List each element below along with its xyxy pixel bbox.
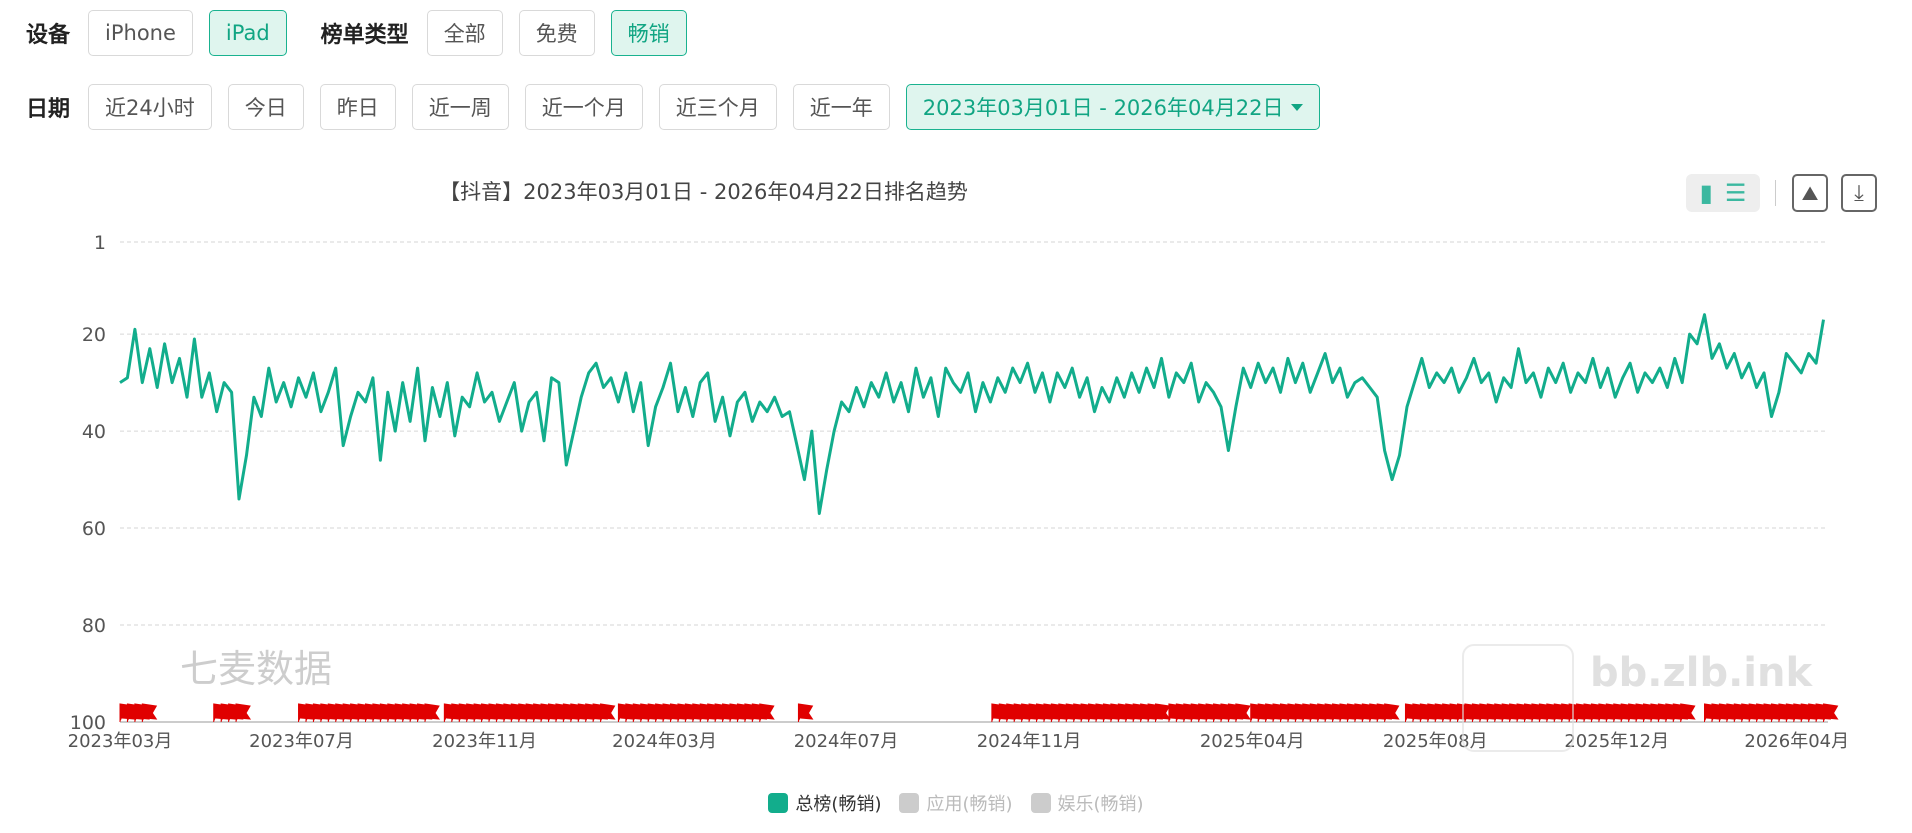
download-icon[interactable]: ⤓ — [1841, 174, 1877, 212]
rank-type-free-button[interactable]: 免费 — [518, 10, 595, 56]
x-tick-label: 2024年11月 — [977, 731, 1082, 752]
date-24h-button[interactable]: 近24小时 — [88, 84, 212, 130]
legend-swatch — [1030, 793, 1051, 813]
date-year-button[interactable]: 近一年 — [792, 84, 890, 130]
image-icon[interactable]: ⛰ — [1792, 174, 1828, 212]
legend-label: 总榜(畅销) — [795, 794, 882, 815]
x-tick-label: 2025年04月 — [1200, 731, 1305, 752]
x-tick-label: 2023年07月 — [249, 731, 354, 752]
watermark-qimai: 七麦数据 — [180, 647, 333, 691]
legend-label: 娱乐(畅销) — [1057, 794, 1144, 815]
date-3months-button[interactable]: 近三个月 — [658, 84, 777, 130]
x-axis: 2023年03月 2023年07月 2023年11月 2024年03月 2024年07月… — [68, 731, 1849, 752]
series-layer — [119, 313, 1825, 515]
list-icon[interactable]: ☰ — [1725, 181, 1747, 205]
device-label: 设备 — [26, 23, 71, 48]
legend-label: 应用(畅销) — [926, 794, 1013, 815]
event-markers — [119, 703, 1839, 722]
legend-swatch — [899, 793, 920, 813]
legend-swatch — [768, 793, 789, 813]
filter-row-date: 日期 近24小时 今日 昨日 近一周 近一个月 近三个月 近一年 2023年03… — [26, 82, 1336, 132]
date-month-button[interactable]: 近一个月 — [524, 84, 643, 130]
y-tick-label: 20 — [82, 324, 106, 346]
date-label: 日期 — [26, 97, 71, 122]
legend-item[interactable]: 总榜(畅销) — [768, 790, 881, 816]
x-tick-label: 2025年12月 — [1564, 731, 1669, 752]
rank-type-all-button[interactable]: 全部 — [426, 10, 503, 56]
watermark-site: bb.zlb.ink — [1590, 650, 1813, 696]
toolbar-divider — [1775, 180, 1776, 206]
date-today-button[interactable]: 今日 — [227, 84, 304, 130]
y-tick-label: 1 — [94, 232, 106, 254]
x-tick-label: 2023年03月 — [68, 731, 173, 752]
device-iphone-button[interactable]: iPhone — [88, 10, 193, 56]
watermark-logo — [1462, 644, 1574, 752]
y-axis: 120406080100 — [70, 232, 106, 734]
x-tick-label: 2024年07月 — [794, 731, 899, 752]
y-tick-label: 40 — [82, 421, 106, 443]
x-tick-label: 2023年11月 — [432, 731, 537, 752]
date-range-picker[interactable]: 2023年03月01日 - 2026年04月22日 — [905, 84, 1321, 130]
date-week-button[interactable]: 近一周 — [411, 84, 509, 130]
y-tick-label: 80 — [82, 615, 106, 637]
date-range-value: 2023年03月01日 - 2026年04月22日 — [922, 96, 1284, 120]
filter-row-device: 设备 iPhone iPad 榜单类型 全部 免费 畅销 — [26, 8, 703, 58]
y-tick-label: 60 — [82, 518, 106, 540]
series-line — [119, 313, 1825, 515]
rank-type-label: 榜单类型 — [320, 23, 409, 48]
chevron-down-icon — [1291, 103, 1304, 111]
bar-chart-icon[interactable]: ▮ — [1700, 181, 1713, 205]
rank-type-grossing-button[interactable]: 畅销 — [610, 10, 687, 56]
chart-legend: 总榜(畅销) 应用(畅销) 娱乐(畅销) — [0, 790, 1912, 816]
date-yesterday-button[interactable]: 昨日 — [319, 84, 396, 130]
legend-item[interactable]: 娱乐(畅销) — [1030, 790, 1144, 816]
x-tick-label: 2024年03月 — [612, 731, 717, 752]
view-toggle[interactable]: ▮ ☰ — [1686, 174, 1760, 212]
device-ipad-button[interactable]: iPad — [208, 10, 287, 56]
event-flag-marker — [797, 703, 814, 722]
x-tick-label: 2026年04月 — [1744, 731, 1849, 752]
chart-title: 【抖音】2023年03月01日 - 2026年04月22日排名趋势 — [439, 180, 968, 204]
legend-item[interactable]: 应用(畅销) — [899, 790, 1013, 816]
